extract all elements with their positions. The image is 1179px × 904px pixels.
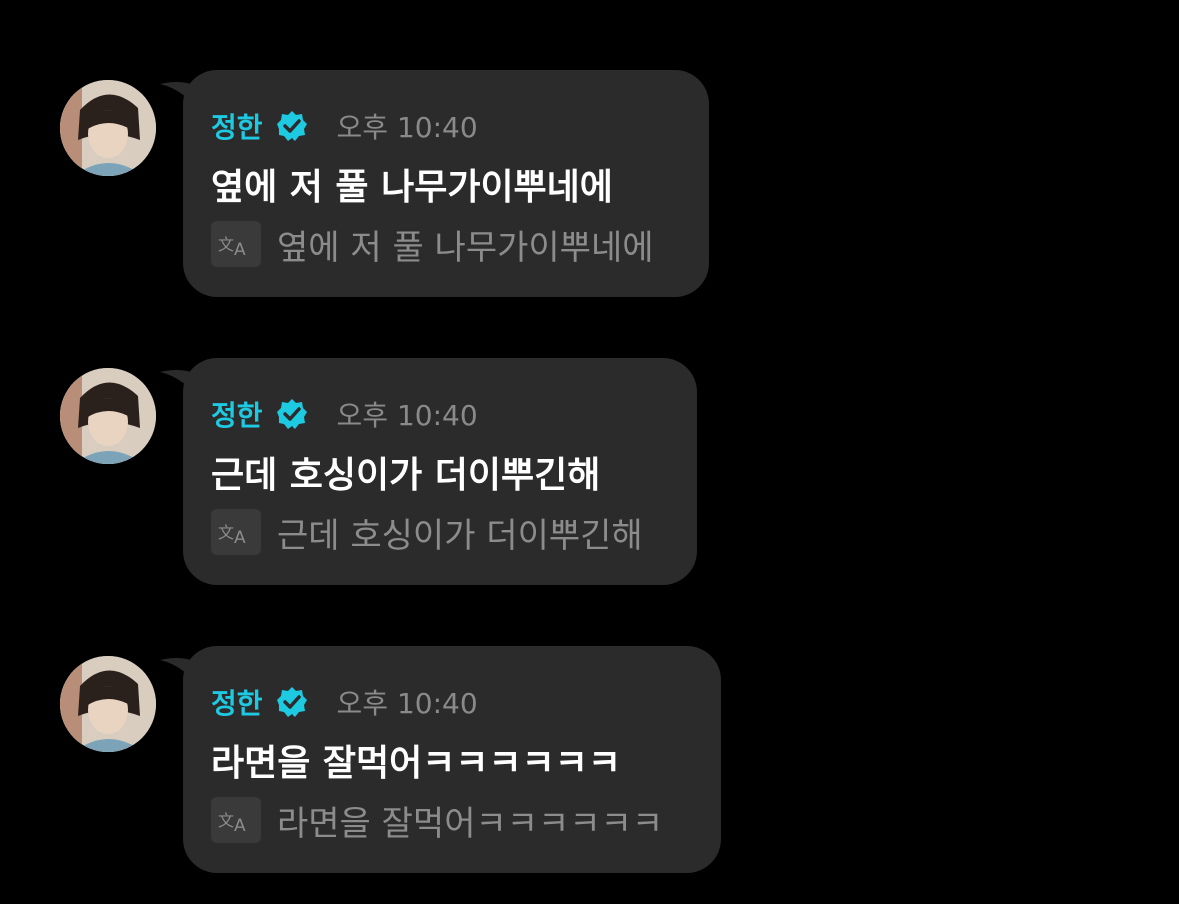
sender-name[interactable]: 정한 [211, 394, 263, 434]
message-bubble[interactable]: 정한 오후 10:40 옆에 저 풀 나무가이뿌네에 文 A 옆에 저 풀 나무… [183, 70, 709, 297]
translate-icon[interactable]: 文 A [211, 797, 261, 843]
sender-name[interactable]: 정한 [211, 106, 263, 146]
message-item: 정한 오후 10:40 라면을 잘먹어ㅋㅋㅋㅋㅋㅋ 文 A 라면을 잘먹어ㅋㅋㅋ… [0, 646, 1179, 886]
message-time: 오후 10:40 [336, 399, 478, 432]
translate-icon[interactable]: 文 A [211, 509, 261, 555]
svg-text:A: A [234, 528, 246, 546]
verified-badge-icon [276, 111, 307, 141]
message-time: 오후 10:40 [336, 111, 478, 144]
translation-row: 文 A 근데 호싱이가 더이뿌긴해 [211, 508, 643, 556]
message-header: 정한 오후 10:40 [211, 106, 478, 146]
message-item: 정한 오후 10:40 옆에 저 풀 나무가이뿌네에 文 A 옆에 저 풀 나무… [0, 70, 1179, 310]
translation-text: 라면을 잘먹어ㅋㅋㅋㅋㅋㅋ [277, 803, 664, 844]
message-text: 옆에 저 풀 나무가이뿌네에 [211, 167, 613, 208]
message-text: 라면을 잘먹어ㅋㅋㅋㅋㅋㅋ [211, 743, 621, 784]
chat-screen: { "messages": [ { "sender": "정한", "time"… [0, 0, 1179, 904]
verified-badge-icon [276, 399, 307, 429]
message-bubble[interactable]: 정한 오후 10:40 라면을 잘먹어ㅋㅋㅋㅋㅋㅋ 文 A 라면을 잘먹어ㅋㅋㅋ… [183, 646, 721, 873]
sender-name[interactable]: 정한 [211, 682, 263, 722]
message-time: 오후 10:40 [336, 687, 478, 720]
svg-text:文: 文 [218, 811, 234, 830]
message-header: 정한 오후 10:40 [211, 682, 478, 722]
svg-text:A: A [234, 816, 246, 834]
translate-icon[interactable]: 文 A [211, 221, 261, 267]
avatar[interactable] [60, 80, 156, 176]
svg-text:文: 文 [218, 235, 234, 254]
message-item: 정한 오후 10:40 근데 호싱이가 더이뿌긴해 文 A 근데 호싱이가 더이… [0, 358, 1179, 598]
message-header: 정한 오후 10:40 [211, 394, 478, 434]
avatar[interactable] [60, 368, 156, 464]
svg-text:文: 文 [218, 523, 234, 542]
svg-text:A: A [234, 240, 246, 258]
translation-row: 文 A 라면을 잘먹어ㅋㅋㅋㅋㅋㅋ [211, 796, 663, 844]
verified-badge-icon [276, 687, 307, 717]
translation-text: 옆에 저 풀 나무가이뿌네에 [277, 227, 654, 268]
translation-row: 文 A 옆에 저 풀 나무가이뿌네에 [211, 220, 654, 268]
message-text: 근데 호싱이가 더이뿌긴해 [211, 455, 601, 496]
message-bubble[interactable]: 정한 오후 10:40 근데 호싱이가 더이뿌긴해 文 A 근데 호싱이가 더이… [183, 358, 697, 585]
translation-text: 근데 호싱이가 더이뿌긴해 [277, 515, 643, 556]
avatar[interactable] [60, 656, 156, 752]
